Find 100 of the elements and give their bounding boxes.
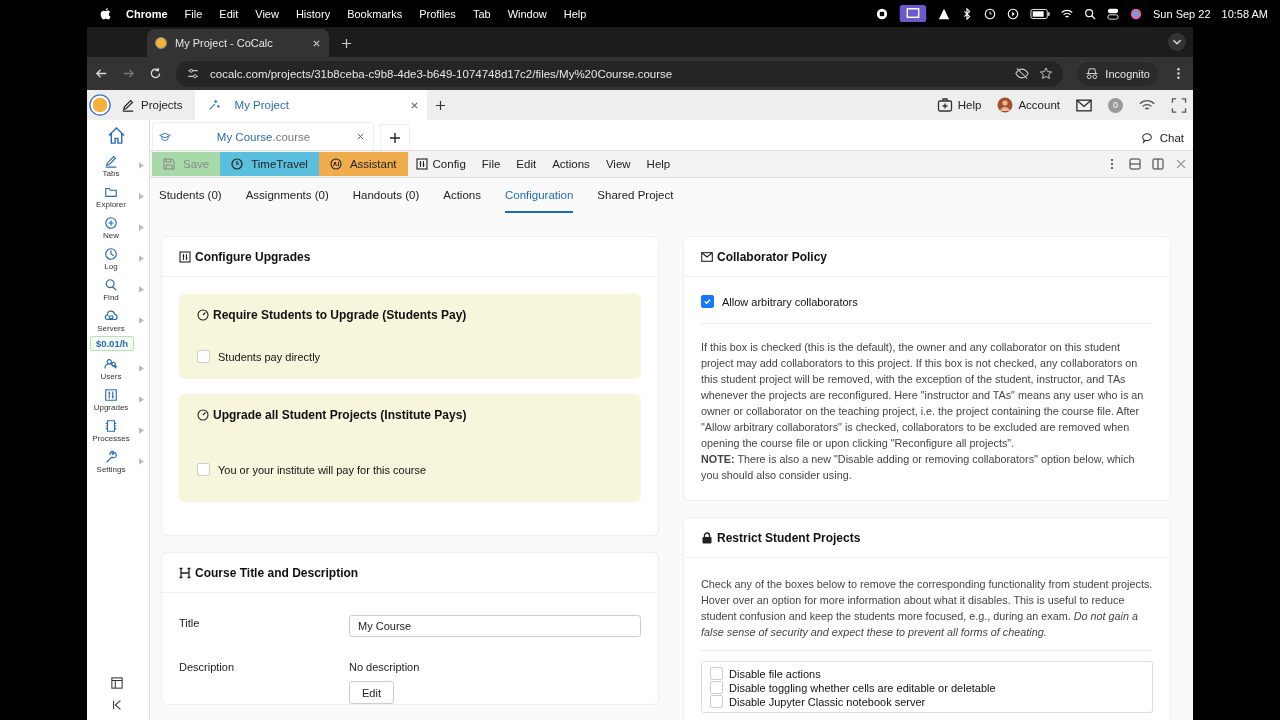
menu-item[interactable]: Chrome: [126, 7, 168, 20]
back-icon[interactable]: [95, 67, 108, 80]
close-icon[interactable]: [356, 132, 365, 141]
home-icon[interactable]: [107, 126, 126, 145]
card-title: Configure Upgrades: [195, 249, 311, 264]
cost-badge[interactable]: $0.01/h: [90, 336, 134, 351]
sidebar-item[interactable]: Find: [87, 277, 135, 302]
tab[interactable]: Actions: [443, 178, 481, 213]
file-tab[interactable]: My Course.course: [152, 122, 374, 150]
battery-icon[interactable]: [1030, 7, 1050, 20]
edit-button[interactable]: Edit: [349, 681, 394, 704]
plus-icon[interactable]: [434, 99, 446, 111]
checkbox[interactable]: [197, 463, 210, 476]
menu-item[interactable]: Bookmarks: [347, 7, 403, 20]
split-horizontal-icon[interactable]: [1129, 158, 1141, 170]
collapse-icon[interactable]: [111, 699, 123, 711]
sidebar-item[interactable]: Settings: [87, 449, 135, 474]
menu-item[interactable]: Help: [563, 7, 587, 20]
account-button[interactable]: Account: [997, 97, 1060, 113]
incognito-badge[interactable]: Incognito: [1077, 61, 1158, 86]
menu-item[interactable]: History: [295, 7, 331, 20]
checkbox[interactable]: [701, 295, 714, 308]
sliders-icon: [104, 387, 118, 402]
logo-icon[interactable]: [89, 94, 111, 116]
record-icon[interactable]: [876, 7, 888, 20]
menu-item[interactable]: View: [255, 7, 279, 20]
projects-button[interactable]: Projects: [115, 90, 189, 120]
star-icon[interactable]: [1039, 67, 1054, 80]
help-button[interactable]: Help: [936, 97, 982, 113]
tab[interactable]: Configuration: [504, 178, 574, 213]
browser-tab[interactable]: My Project - CoCalc: [147, 29, 329, 57]
date-text: Sun Sep 22: [1153, 7, 1211, 20]
menu-button[interactable]: Edit: [508, 158, 545, 170]
card-title: Course Title and Description: [195, 565, 359, 580]
menu-button[interactable]: View: [597, 158, 639, 170]
close-icon[interactable]: [409, 100, 419, 110]
forward-icon[interactable]: [122, 67, 135, 80]
checkbox-label: You or your institute will pay for this course: [218, 463, 427, 476]
sidebar-item[interactable]: Servers: [87, 308, 135, 333]
search-icon[interactable]: [1084, 7, 1096, 20]
title-input-field[interactable]: My Course: [349, 615, 641, 637]
pencil-icon: [104, 153, 118, 168]
checkbox[interactable]: [197, 350, 210, 363]
menu-item[interactable]: Edit: [219, 7, 239, 20]
sidebar-item[interactable]: Explorer: [87, 184, 135, 209]
split-vertical-icon[interactable]: [1152, 158, 1164, 170]
bluetooth-icon[interactable]: [961, 7, 973, 20]
eye-off-icon[interactable]: [1015, 67, 1030, 80]
menu-button[interactable]: Help: [638, 158, 679, 170]
checkbox[interactable]: [710, 695, 723, 708]
menu-button[interactable]: Config: [407, 158, 474, 170]
avatar-icon: [997, 97, 1014, 113]
new-tab-icon[interactable]: [341, 38, 352, 49]
wifi-icon[interactable]: [1061, 7, 1073, 20]
menu-item[interactable]: File: [184, 7, 203, 20]
tab[interactable]: Students (0): [159, 178, 222, 213]
field-label: Description: [179, 660, 236, 675]
cloud-icon: [104, 308, 118, 323]
checkbox[interactable]: [710, 681, 723, 694]
menu-item[interactable]: Window: [507, 7, 547, 20]
tab[interactable]: Shared Project: [597, 178, 674, 213]
ai-icon: [329, 158, 342, 170]
tab[interactable]: Assignments (0): [245, 178, 329, 213]
chevron-down-icon[interactable]: [1168, 33, 1186, 51]
incognito-icon: [1085, 67, 1100, 80]
sliders-icon: [179, 250, 191, 263]
sidebar-item[interactable]: Upgrades: [87, 387, 135, 412]
users-icon: [104, 356, 118, 371]
sidebar-item[interactable]: Tabs: [87, 153, 135, 178]
chat-button[interactable]: Chat: [1140, 132, 1184, 144]
menu-button[interactable]: Actions: [544, 158, 598, 170]
sidebar-item[interactable]: Processes: [87, 418, 135, 443]
tune-icon[interactable]: [186, 67, 200, 80]
menu-button[interactable]: File: [473, 158, 509, 170]
play-icon[interactable]: [1007, 7, 1019, 20]
triangle-icon[interactable]: [938, 7, 950, 20]
sidebar-item[interactable]: Users: [87, 356, 135, 381]
toolbar-button[interactable]: Assistant: [318, 152, 408, 176]
pencil-icon: [121, 98, 135, 112]
menu-item[interactable]: Profiles: [419, 7, 456, 20]
menu-item[interactable]: Tab: [472, 7, 491, 20]
fullscreen-icon[interactable]: [1171, 97, 1187, 113]
address-bar[interactable]: cocalc.com/projects/31b8ceba-c9b8-4de3-b649-1074748d17c2/files/My%20Course.course: [176, 60, 1064, 87]
screen-icon[interactable]: [899, 5, 927, 22]
checkbox[interactable]: [710, 667, 723, 680]
tab[interactable]: Handouts (0): [352, 178, 420, 213]
project-tab[interactable]: My Project: [194, 90, 427, 120]
toggle-icon[interactable]: [1107, 7, 1119, 20]
reload-icon[interactable]: [149, 67, 162, 80]
clock-icon[interactable]: [984, 7, 996, 20]
sidebar-item[interactable]: Log: [87, 246, 135, 271]
panel-icon[interactable]: [111, 677, 123, 689]
plus-icon: [389, 131, 401, 144]
mail-icon[interactable]: [1076, 97, 1092, 113]
toolbar-button[interactable]: TimeTravel: [220, 152, 319, 176]
favicon-icon: [155, 37, 167, 49]
gauge-icon: [197, 309, 209, 321]
sidebar-item[interactable]: New: [87, 215, 135, 240]
new-file-tab-button[interactable]: [380, 124, 410, 150]
apple-icon[interactable]: [100, 7, 111, 20]
